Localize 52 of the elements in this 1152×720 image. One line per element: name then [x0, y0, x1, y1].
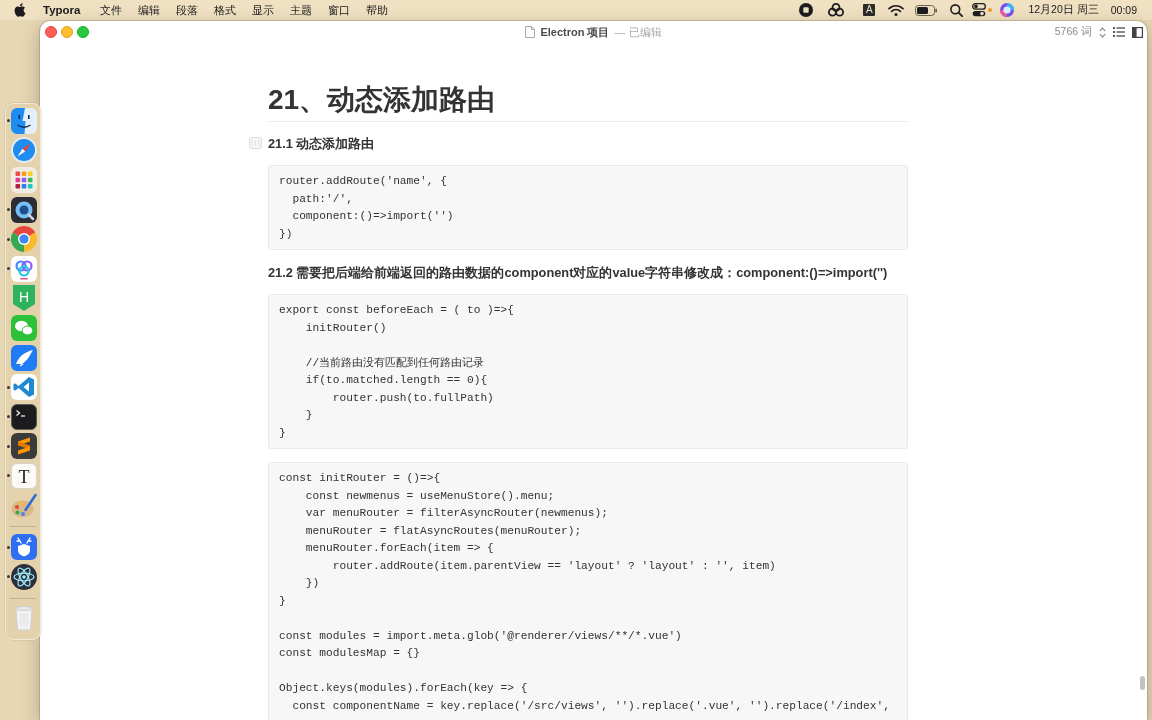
- block-handle-icon[interactable]: [249, 137, 262, 149]
- wing-icon[interactable]: [11, 344, 37, 371]
- segmented-ring-icon[interactable]: [11, 226, 37, 253]
- two-tone-face-icon[interactable]: [11, 107, 37, 134]
- app-grid-icon[interactable]: [11, 167, 37, 193]
- zigzag-tile-icon[interactable]: [11, 433, 37, 460]
- edited-note: — 已编辑: [614, 24, 662, 40]
- word-count[interactable]: 5766 词: [1054, 25, 1092, 39]
- scroll-thumb[interactable]: [1140, 676, 1145, 690]
- battery-icon[interactable]: [915, 4, 938, 16]
- menu-item[interactable]: 窗口: [319, 2, 358, 18]
- toggles-icon[interactable]: [972, 3, 987, 17]
- menu-item[interactable]: 文件: [91, 2, 130, 18]
- section-heading: 21.2 需要把后端给前端返回的路由数据的component对应的value字符串修改成：component:()=>import(''): [268, 265, 888, 280]
- sidebar-icon[interactable]: [1132, 26, 1143, 38]
- apple-logo-icon[interactable]: [14, 3, 26, 17]
- menu-item[interactable]: 帮助: [357, 2, 396, 18]
- atom-icon[interactable]: [11, 563, 37, 590]
- section-heading: 21.1 动态添加路由: [268, 136, 375, 151]
- lens-icon[interactable]: [11, 196, 37, 223]
- code-block: const initRouter = ()=>{ const newmenus = useMenuStore().menu; var menuRouter = filterAsyncRouter(newmenus); menuRouter = flatAsyncRoutes(menuRouter); menuRouter.forEach(item => { router.addRoute(item.parentView == 'layout' ? 'layout' : '', item) }) } const modules = import.meta.glob('@renderer/views/**/*.vue') const modulesMap = {} Object.keys(modules).forEach(key => { const componentName = key.replace('/src/views', '').replace('.vue', '').replace('/index',: [268, 462, 908, 720]
- chat-bubbles-icon[interactable]: [11, 314, 37, 341]
- stop-circle-icon[interactable]: [799, 3, 814, 17]
- menu-item[interactable]: 主题: [281, 2, 320, 18]
- paint-palette-icon[interactable]: [11, 492, 37, 519]
- linked-rings-icon[interactable]: [11, 255, 37, 282]
- indicator-dot-icon: [988, 8, 993, 12]
- input-source-indicator[interactable]: A: [863, 4, 876, 16]
- menu-item[interactable]: 格式: [205, 2, 244, 18]
- list-icon[interactable]: [1113, 27, 1125, 37]
- linked-circles-icon[interactable]: [828, 3, 845, 17]
- window-title: Electron 项目: [540, 24, 610, 40]
- search-icon[interactable]: [950, 3, 964, 17]
- letter-tile-icon[interactable]: T: [11, 462, 37, 489]
- orb-icon[interactable]: [1000, 3, 1015, 17]
- terminal-icon[interactable]: [11, 403, 37, 430]
- close-button[interactable]: [45, 26, 57, 38]
- folded-ribbon-icon[interactable]: [11, 374, 37, 401]
- menu-item[interactable]: 段落: [167, 2, 206, 18]
- menu-item[interactable]: 编辑: [129, 2, 168, 18]
- wifi-icon[interactable]: [888, 4, 905, 16]
- menu-app-name[interactable]: Typora: [43, 4, 81, 16]
- up-down-chevron-icon[interactable]: [1099, 26, 1106, 38]
- code-block: export const beforeEach = ( to )=>{ initRouter() //当前路由没有匹配到任何路由记录 if(to.matched.length == 0){ router.push(to.fullPath) } }: [268, 294, 908, 449]
- document-icon: [525, 26, 536, 38]
- menu-item[interactable]: 显示: [243, 2, 282, 18]
- menu-bar-clock[interactable]: 00:09: [1110, 4, 1137, 16]
- code-block: router.addRoute('name', { path:'/', component:()=>import('') }): [268, 165, 908, 250]
- menu-bar-date[interactable]: 12月20日 周三: [1028, 3, 1099, 17]
- page-heading: 21、动态添加路由: [268, 84, 496, 115]
- zoom-button[interactable]: [77, 26, 89, 38]
- antler-shield-icon[interactable]: [11, 534, 37, 561]
